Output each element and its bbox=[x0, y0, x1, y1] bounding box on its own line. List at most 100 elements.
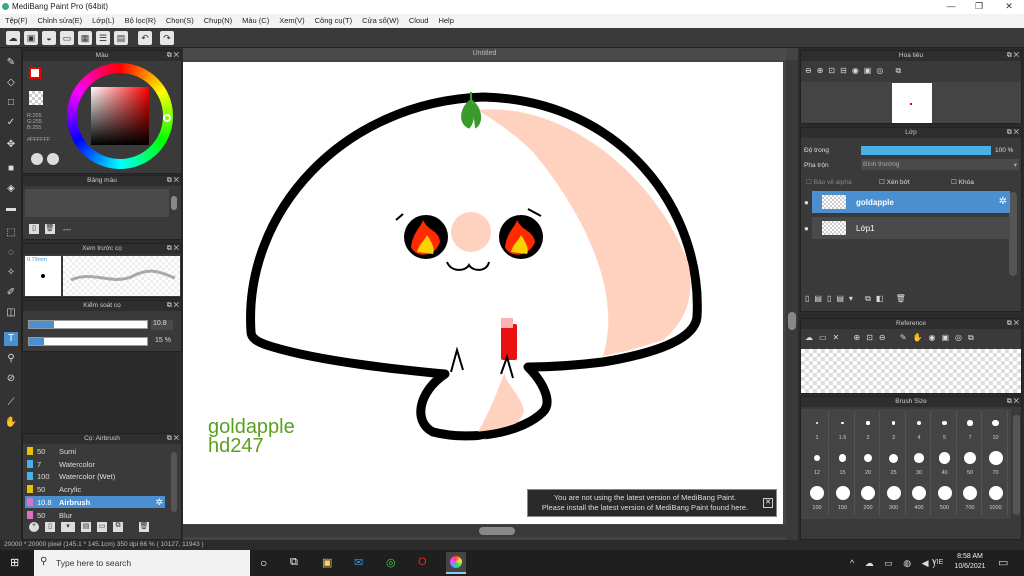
horizontal-scroll-thumb[interactable] bbox=[479, 527, 515, 535]
close-icon[interactable]: ⧉ ✕ bbox=[1007, 128, 1019, 138]
brush-size-cell[interactable]: 1000 bbox=[984, 481, 1008, 515]
menu-cloud[interactable]: Cloud bbox=[404, 14, 434, 28]
brush-size-cell[interactable]: 1.5 bbox=[831, 411, 855, 445]
comment-icon[interactable]: ◒ bbox=[42, 31, 56, 45]
canvas-tab[interactable]: Untitled bbox=[183, 48, 786, 60]
menu-capture[interactable]: Chụp(N) bbox=[199, 14, 237, 28]
eraser-tool-icon[interactable]: ◇ bbox=[4, 76, 18, 90]
close-icon[interactable]: ⧉ ✕ bbox=[167, 51, 179, 61]
menu-edit[interactable]: Chỉnh sửa(E) bbox=[33, 14, 88, 28]
hue-handle[interactable] bbox=[163, 114, 171, 122]
brush-size-cell[interactable]: 5 bbox=[933, 411, 957, 445]
layer-toolbar[interactable]: ▯▤▯▤▾ ⧉◧ 🗑 bbox=[805, 294, 1005, 306]
layers-scrollbar[interactable] bbox=[1009, 192, 1017, 276]
brush-size-cell[interactable]: 40 bbox=[933, 446, 957, 480]
reference-tools[interactable]: ☁▭✕ ⊕⊡⊖ ✎✋◉▣◎⧉ bbox=[805, 333, 1019, 347]
gear-icon[interactable]: ✲ bbox=[155, 497, 163, 508]
minimize-icon[interactable]: — bbox=[944, 1, 958, 11]
menu-window[interactable]: Cửa sổ(W) bbox=[357, 14, 404, 28]
close-icon[interactable]: ⧉ ✕ bbox=[167, 176, 179, 186]
vertical-scroll-thumb[interactable] bbox=[788, 312, 796, 330]
menu-select[interactable]: Chọn(S) bbox=[161, 14, 199, 28]
brush-size-cell[interactable]: 300 bbox=[882, 481, 906, 515]
saturation-square[interactable] bbox=[91, 87, 149, 145]
transparent-color[interactable] bbox=[29, 91, 43, 105]
language-indicator[interactable]: VIE bbox=[932, 559, 943, 566]
clock[interactable]: 8:58 AM 10/6/2021 bbox=[954, 553, 986, 570]
close-icon[interactable]: ✕ bbox=[1002, 1, 1016, 12]
chat-icon[interactable]: ▭ bbox=[60, 31, 74, 45]
brush-folder-icon[interactable]: ▭ bbox=[97, 522, 107, 532]
brush-list-item[interactable]: 100 Watercolor (Wet) bbox=[25, 470, 165, 482]
close-icon[interactable]: ⧉ ✕ bbox=[167, 434, 179, 444]
save-icon[interactable]: ▣ bbox=[24, 31, 38, 45]
brush-list-scrollbar[interactable] bbox=[171, 452, 177, 512]
redo-icon[interactable]: ↷ bbox=[160, 31, 174, 45]
hand-tool-icon[interactable]: ✋ bbox=[4, 416, 18, 430]
lasso-tool-icon[interactable]: ◌ bbox=[4, 246, 18, 260]
palette-list[interactable] bbox=[25, 189, 169, 217]
operation-tool-icon[interactable]: ⚲ bbox=[4, 352, 18, 366]
visibility-icon[interactable]: ● bbox=[804, 224, 809, 233]
taskbar-search[interactable]: ⚲ Type here to search bbox=[34, 550, 250, 576]
divide-tool-icon[interactable]: ⟋ bbox=[4, 396, 18, 410]
menu-layer[interactable]: Lớp(L) bbox=[87, 14, 119, 28]
vertical-scrollbar[interactable] bbox=[786, 60, 798, 540]
brush-list-item[interactable]: 50 Acrylic bbox=[25, 483, 165, 495]
cloud-icon[interactable]: ☁ bbox=[6, 31, 20, 45]
medibang-task-icon[interactable] bbox=[446, 552, 466, 574]
brush-doc-icon[interactable]: ▤ bbox=[81, 522, 91, 532]
brush-size-scrollbar[interactable] bbox=[1013, 415, 1020, 515]
brush-size-cell[interactable]: 20 bbox=[856, 446, 880, 480]
palette-alt-icon[interactable] bbox=[47, 153, 59, 165]
rect-select-icon[interactable]: □ bbox=[4, 96, 18, 110]
brush-size-cell[interactable]: 200 bbox=[856, 481, 880, 515]
menu-help[interactable]: Help bbox=[433, 14, 458, 28]
select-tool-icon[interactable]: ⬚ bbox=[4, 226, 18, 240]
add-brush-icon[interactable]: + bbox=[29, 522, 39, 532]
palette-scrollbar[interactable] bbox=[171, 196, 177, 210]
update-notice[interactable]: You are not using the latest version of … bbox=[527, 489, 777, 517]
foreground-color[interactable] bbox=[29, 67, 41, 79]
browser-icon[interactable]: ◎ bbox=[386, 556, 396, 569]
brush-tool-icon[interactable]: ✎ bbox=[4, 56, 18, 70]
canvas[interactable]: goldapple hd247 bbox=[183, 62, 783, 524]
navigator-tools[interactable]: ⊖⊕⊡⊟◉▣◎ ⧉ bbox=[805, 66, 955, 80]
new-palette-icon[interactable]: ▯ bbox=[29, 224, 39, 234]
move-tool-icon[interactable]: ✥ bbox=[4, 138, 18, 152]
brush-size-value[interactable]: 10.8 bbox=[151, 320, 173, 330]
magic-wand-icon[interactable]: ✧ bbox=[4, 266, 18, 280]
shape-tool-icon[interactable]: ■ bbox=[4, 162, 18, 176]
close-icon[interactable]: ⧉ ✕ bbox=[167, 244, 179, 254]
brush-size-cell[interactable]: 400 bbox=[907, 481, 931, 515]
maximize-icon[interactable]: ❐ bbox=[972, 1, 986, 12]
close-icon[interactable]: ⧉ ✕ bbox=[167, 301, 179, 311]
brush-list-item[interactable]: 7 Watercolor bbox=[25, 458, 165, 470]
palette-icon[interactable] bbox=[31, 153, 43, 165]
delete-icon[interactable]: 🗑 bbox=[45, 224, 55, 234]
visibility-icon[interactable]: ● bbox=[804, 198, 809, 207]
close-icon[interactable]: ⧉ ✕ bbox=[1007, 51, 1019, 61]
menu-color[interactable]: Màu (C) bbox=[237, 14, 274, 28]
brush-size-cell[interactable]: 100 bbox=[805, 481, 829, 515]
cortana-icon[interactable]: ○ bbox=[260, 556, 267, 570]
undo-icon[interactable]: ↶ bbox=[138, 31, 152, 45]
gear-icon[interactable]: ✲ bbox=[999, 196, 1007, 207]
fill-tool-icon[interactable]: ◈ bbox=[4, 182, 18, 196]
select-pen-icon[interactable]: ✐ bbox=[4, 286, 18, 300]
menu-file[interactable]: Tệp(F) bbox=[0, 14, 33, 28]
brush-size-cell[interactable]: 1 bbox=[805, 411, 829, 445]
mail-icon[interactable]: ✉ bbox=[354, 556, 363, 569]
brush-size-cell[interactable]: 500 bbox=[933, 481, 957, 515]
brush-size-cell[interactable]: 10 bbox=[984, 411, 1008, 445]
brush-size-cell[interactable]: 30 bbox=[907, 446, 931, 480]
layout-icon[interactable]: ▤ bbox=[114, 31, 128, 45]
close-icon[interactable]: ⧉ ✕ bbox=[1007, 397, 1019, 407]
close-icon[interactable]: ⧉ ✕ bbox=[1007, 319, 1019, 329]
brush-list-item[interactable]: 50 Sumi bbox=[25, 445, 165, 457]
gradient-tool-icon[interactable]: ▬ bbox=[4, 202, 18, 216]
brush-size-cell[interactable]: 7 bbox=[958, 411, 982, 445]
lock-checkbox[interactable]: ☐ Khóa bbox=[951, 178, 974, 186]
close-icon[interactable]: ✕ bbox=[763, 498, 773, 508]
opera-icon[interactable]: O bbox=[418, 556, 427, 568]
